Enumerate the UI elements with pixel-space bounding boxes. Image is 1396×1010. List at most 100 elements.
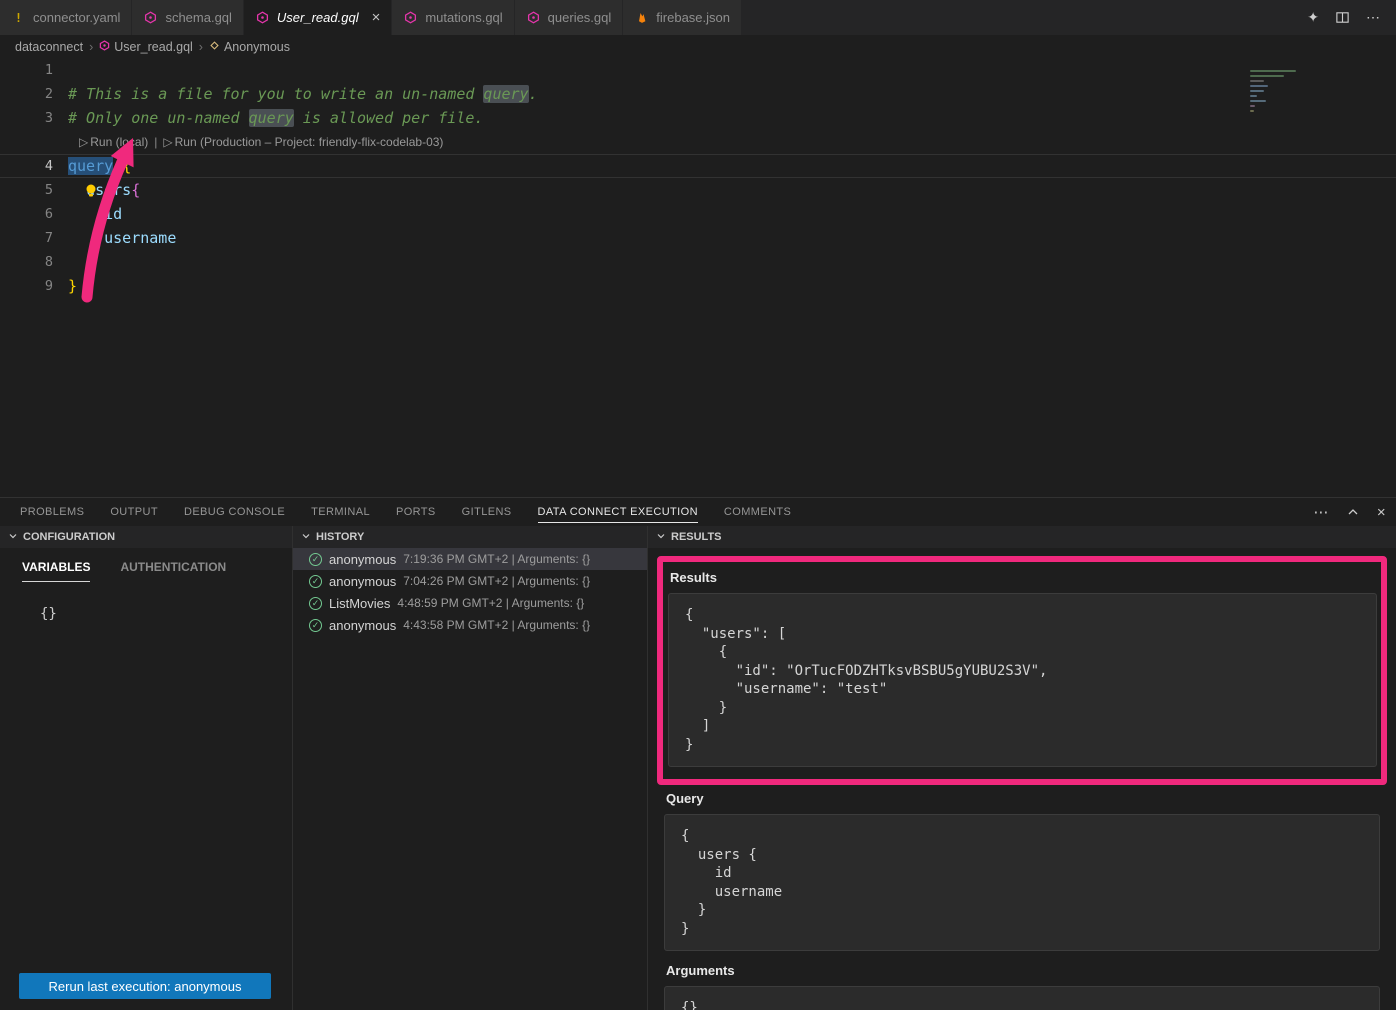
maximize-panel-icon[interactable]: [1347, 506, 1359, 518]
tab-variables[interactable]: VARIABLES: [22, 560, 90, 582]
graphql-icon: [143, 11, 158, 24]
line-number: 9: [0, 274, 68, 298]
editor-tab-bar: ! connector.yaml schema.gql User_read.gq…: [0, 0, 1396, 35]
lightbulb-icon[interactable]: [84, 182, 98, 198]
variables-editor[interactable]: {}: [40, 606, 292, 622]
comment-text: # Only one un-named: [68, 109, 249, 127]
query-label: Query: [666, 791, 1380, 806]
tab-user-read-gql[interactable]: User_read.gql ×: [244, 0, 392, 35]
check-circle-icon: ✓: [309, 575, 322, 588]
brace: }: [68, 277, 77, 295]
play-icon: ▷: [163, 135, 172, 149]
breadcrumb: dataconnect › User_read.gql › Anonymous: [0, 35, 1396, 58]
brace: {: [122, 157, 131, 175]
history-item[interactable]: ✓ ListMovies 4:48:59 PM GMT+2 | Argument…: [293, 592, 647, 614]
highlighted-word: query: [483, 85, 528, 103]
tab-label: User_read.gql: [277, 10, 359, 25]
history-section: HISTORY ✓ anonymous 7:19:36 PM GMT+2 | A…: [293, 526, 648, 1010]
bottom-panel: PROBLEMS OUTPUT DEBUG CONSOLE TERMINAL P…: [0, 497, 1396, 1010]
panel-tab-problems[interactable]: PROBLEMS: [20, 501, 84, 523]
code-line: 9 }: [0, 274, 1396, 298]
minimap[interactable]: [1250, 62, 1310, 115]
code-editor[interactable]: 1 2 # This is a file for you to write an…: [0, 58, 1396, 497]
chevron-down-icon: [301, 531, 311, 544]
codelens-run-local[interactable]: ▷Run (local): [79, 135, 148, 149]
panel-tab-debug-console[interactable]: DEBUG CONSOLE: [184, 501, 285, 523]
tab-schema-gql[interactable]: schema.gql: [132, 0, 243, 35]
close-icon[interactable]: ×: [372, 10, 381, 25]
breadcrumb-label: User_read.gql: [114, 40, 193, 54]
code-line: 7 username: [0, 226, 1396, 250]
line-number: 1: [0, 58, 68, 82]
panel-tab-bar: PROBLEMS OUTPUT DEBUG CONSOLE TERMINAL P…: [0, 498, 1396, 526]
history-header[interactable]: HISTORY: [293, 526, 647, 548]
tab-firebase-json[interactable]: firebase.json: [623, 0, 742, 35]
results-header[interactable]: RESULTS: [648, 526, 1396, 548]
tab-label: mutations.gql: [425, 10, 502, 25]
code-line-current: 4 query {: [0, 154, 1396, 178]
tab-label: firebase.json: [656, 10, 730, 25]
rerun-last-execution-button[interactable]: Rerun last execution: anonymous: [19, 973, 271, 999]
breadcrumb-item-anonymous[interactable]: Anonymous: [209, 40, 290, 54]
tab-label: connector.yaml: [33, 10, 120, 25]
highlighted-word: query: [249, 109, 294, 127]
more-actions-icon[interactable]: ⋯: [1313, 503, 1328, 521]
line-number: 3: [0, 106, 68, 130]
panel-body: CONFIGURATION VARIABLES AUTHENTICATION {…: [0, 526, 1396, 1010]
tab-label: schema.gql: [165, 10, 231, 25]
copilot-sparkle-icon[interactable]: ✦: [1307, 9, 1319, 26]
codelens-label: Run (Production – Project: friendly-flix…: [175, 135, 444, 149]
query-text: { users { id username } }: [664, 814, 1380, 951]
panel-tab-gitlens[interactable]: GITLENS: [462, 501, 512, 523]
editor-actions: ✦ ⋯: [1307, 0, 1396, 35]
panel-tab-comments[interactable]: COMMENTS: [724, 501, 791, 523]
history-item-name: ListMovies: [329, 596, 390, 611]
tab-queries-gql[interactable]: queries.gql: [515, 0, 624, 35]
history-item-name: anonymous: [329, 574, 396, 589]
history-item-detail: 7:04:26 PM GMT+2 | Arguments: {}: [403, 574, 590, 588]
code-line: 2 # This is a file for you to write an u…: [0, 82, 1396, 106]
code-line: 6 id: [0, 202, 1396, 226]
panel-tab-data-connect-execution[interactable]: DATA CONNECT EXECUTION: [538, 501, 698, 523]
breadcrumb-item-dataconnect[interactable]: dataconnect: [15, 40, 83, 54]
history-item[interactable]: ✓ anonymous 7:19:36 PM GMT+2 | Arguments…: [293, 548, 647, 570]
split-editor-icon[interactable]: [1335, 10, 1350, 25]
field-users: users: [68, 181, 131, 199]
comment-text: is allowed per file.: [294, 109, 484, 127]
tab-authentication[interactable]: AUTHENTICATION: [120, 560, 226, 582]
panel-tab-ports[interactable]: PORTS: [396, 501, 436, 523]
section-title: HISTORY: [316, 531, 364, 543]
brace: }: [68, 253, 95, 271]
tab-mutations-gql[interactable]: mutations.gql: [392, 0, 514, 35]
configuration-header[interactable]: CONFIGURATION: [0, 526, 292, 548]
arguments-text: {}: [664, 986, 1380, 1010]
tab-label: queries.gql: [548, 10, 612, 25]
history-item-detail: 4:48:59 PM GMT+2 | Arguments: {}: [397, 596, 584, 610]
chevron-down-icon: [656, 531, 666, 544]
history-item[interactable]: ✓ anonymous 7:04:26 PM GMT+2 | Arguments…: [293, 570, 647, 592]
codelens-run-production[interactable]: ▷Run (Production – Project: friendly-fli…: [163, 135, 443, 149]
panel-tab-terminal[interactable]: TERMINAL: [311, 501, 370, 523]
comment-text: # This is a file for you to write an un-…: [68, 85, 483, 103]
history-item-name: anonymous: [329, 618, 396, 633]
panel-tab-output[interactable]: OUTPUT: [110, 501, 158, 523]
close-panel-icon[interactable]: ×: [1377, 504, 1386, 521]
line-number: 5: [0, 178, 68, 202]
check-circle-icon: ✓: [309, 597, 322, 610]
section-title: CONFIGURATION: [23, 531, 115, 543]
breadcrumb-separator: ›: [199, 40, 203, 54]
configuration-tabs: VARIABLES AUTHENTICATION: [22, 560, 292, 582]
graphql-icon: [403, 11, 418, 24]
breadcrumb-item-file[interactable]: User_read.gql: [99, 40, 193, 54]
tab-connector-yaml[interactable]: ! connector.yaml: [0, 0, 132, 35]
keyword-query: query: [68, 157, 113, 175]
codelens-label: Run (local): [90, 135, 148, 149]
more-actions-icon[interactable]: ⋯: [1366, 9, 1380, 26]
configuration-section: CONFIGURATION VARIABLES AUTHENTICATION {…: [0, 526, 293, 1010]
results-section: RESULTS Results { "users": [ { "id": "Or…: [648, 526, 1396, 1010]
line-number: 7: [0, 226, 68, 250]
results-json: { "users": [ { "id": "OrTucFODZHTksvBSBU…: [668, 593, 1377, 767]
codelens-row: ▷Run (local) | ▷Run (Production – Projec…: [0, 130, 1396, 154]
history-item[interactable]: ✓ anonymous 4:43:58 PM GMT+2 | Arguments…: [293, 614, 647, 636]
check-circle-icon: ✓: [309, 619, 322, 632]
